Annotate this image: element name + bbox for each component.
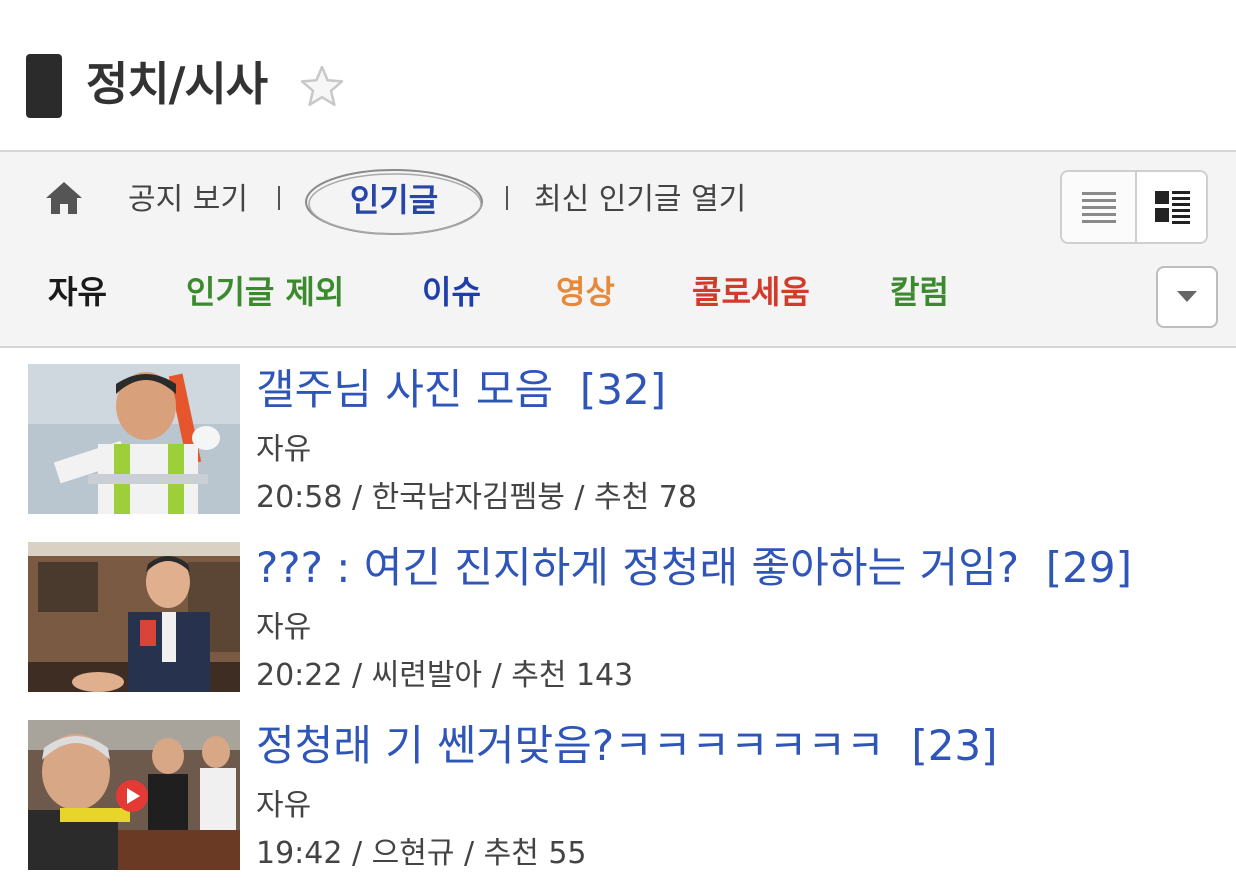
board-nav: 공지 보기 인기글 최신 인기글 열기 자유 인기글 제외 이슈 영상 콜로세움… [0, 150, 1236, 348]
post-thumbnail[interactable] [28, 720, 240, 870]
view-mode-toggle [1060, 170, 1208, 244]
header-accent-bar [26, 54, 62, 118]
category-exclude-popular[interactable]: 인기글 제외 [186, 272, 344, 312]
category-issue[interactable]: 이슈 [422, 272, 481, 312]
thumbnail-view-icon [1155, 191, 1190, 224]
post-title-link[interactable]: 갤주님 사진 모음 [32] [256, 364, 666, 416]
thumbnail-image [28, 364, 240, 514]
post-meta: 20:22 / 씨련발아 / 추천 143 [256, 658, 634, 693]
notice-link[interactable]: 공지 보기 [128, 180, 248, 220]
list-view-icon [1082, 192, 1116, 223]
latest-popular-link[interactable]: 최신 인기글 열기 [534, 180, 746, 220]
post-title-link[interactable]: 정청래 기 쎈거맞음?ㅋㅋㅋㅋㅋㅋㅋ [23] [256, 720, 998, 772]
list-item[interactable]: ??? : 여긴 진지하게 정청래 좋아하는 거임? [29] 자유 20:22… [0, 542, 1236, 708]
popular-tab[interactable]: 인기글 [302, 164, 486, 240]
star-icon[interactable] [298, 62, 346, 110]
nav-divider [278, 186, 280, 210]
nav-divider [506, 186, 508, 210]
post-category: 자유 [256, 610, 312, 645]
list-item[interactable]: 정청래 기 쎈거맞음?ㅋㅋㅋㅋㅋㅋㅋ [23] 자유 19:42 / 으현규 /… [0, 720, 1236, 885]
comment-count: [29] [1045, 543, 1132, 592]
board-header: 정치/시사 [0, 0, 1236, 150]
comment-count: [23] [911, 721, 998, 770]
post-category: 자유 [256, 788, 312, 823]
list-view-button[interactable] [1062, 172, 1135, 242]
home-icon[interactable] [44, 180, 84, 216]
thumbnail-image [28, 542, 240, 692]
board-title: 정치/시사 [86, 57, 268, 111]
post-category: 자유 [256, 432, 312, 467]
popular-tab-label: 인기글 [349, 181, 439, 219]
thumbnail-image [28, 720, 240, 870]
post-meta: 19:42 / 으현규 / 추천 55 [256, 836, 587, 871]
category-video[interactable]: 영상 [556, 272, 615, 312]
post-meta: 20:58 / 한국남자김펨붕 / 추천 78 [256, 480, 697, 515]
category-column[interactable]: 칼럼 [890, 272, 949, 312]
thumbnail-view-button[interactable] [1135, 172, 1206, 242]
category-dropdown-button[interactable] [1156, 266, 1218, 328]
post-thumbnail[interactable] [28, 542, 240, 692]
comment-count: [32] [579, 365, 667, 414]
post-thumbnail[interactable] [28, 364, 240, 514]
category-free[interactable]: 자유 [48, 272, 107, 312]
post-title: ??? : 여긴 진지하게 정청래 좋아하는 거임? [256, 543, 1020, 592]
category-colosseum[interactable]: 콜로세움 [692, 272, 810, 312]
post-title-link[interactable]: ??? : 여긴 진지하게 정청래 좋아하는 거임? [29] [256, 542, 1132, 594]
list-item[interactable]: 갤주님 사진 모음 [32] 자유 20:58 / 한국남자김펨붕 / 추천 7… [0, 364, 1236, 530]
chevron-down-icon [1177, 291, 1197, 302]
post-title: 정청래 기 쎈거맞음?ㅋㅋㅋㅋㅋㅋㅋ [256, 721, 885, 770]
post-title: 갤주님 사진 모음 [256, 365, 554, 414]
